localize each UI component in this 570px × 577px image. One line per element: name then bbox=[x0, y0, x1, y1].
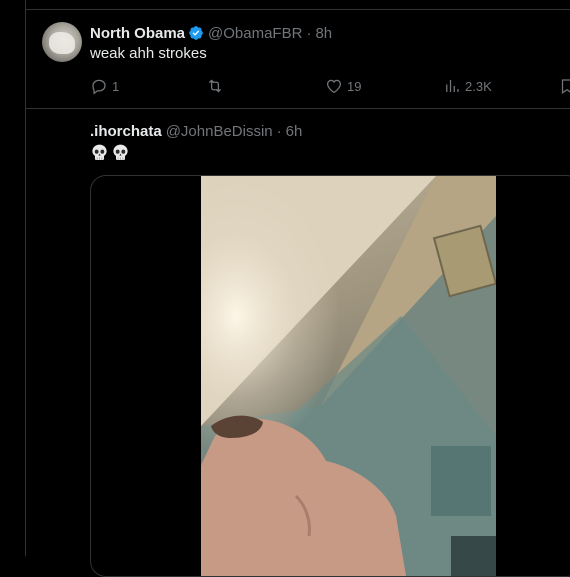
reply-button[interactable]: 1 bbox=[90, 76, 119, 96]
tweet-header: .ihorchata @JohnBeDissin · 6h bbox=[90, 121, 302, 141]
reply-icon bbox=[92, 79, 106, 95]
tweet-header: North Obama @ObamaFBR · 8h bbox=[90, 23, 332, 43]
video-frame-image bbox=[201, 176, 496, 576]
skull-emoji-icon bbox=[92, 144, 107, 160]
retweet-button[interactable] bbox=[206, 76, 224, 96]
heart-icon bbox=[326, 79, 342, 94]
skull-emoji-icon bbox=[113, 144, 128, 160]
user-handle[interactable]: @JohnBeDissin bbox=[166, 123, 273, 140]
views-button[interactable]: 2.3K bbox=[443, 76, 492, 96]
tweet-north-obama[interactable]: North Obama @ObamaFBR · 8h weak ahh stro… bbox=[26, 10, 570, 109]
bookmark-icon bbox=[561, 79, 570, 94]
bookmark-button[interactable] bbox=[558, 76, 570, 96]
video-thumbnail[interactable] bbox=[201, 176, 496, 576]
timestamp[interactable]: 6h bbox=[286, 123, 303, 140]
display-name[interactable]: .ihorchata bbox=[90, 123, 162, 140]
verified-badge-icon[interactable] bbox=[188, 25, 204, 41]
dot-separator: · bbox=[276, 122, 282, 140]
like-button[interactable]: 19 bbox=[325, 76, 361, 96]
dot-separator: · bbox=[306, 24, 312, 42]
analytics-icon bbox=[446, 80, 459, 92]
video-media-card[interactable] bbox=[90, 175, 570, 577]
tweet-text bbox=[90, 143, 130, 165]
tweet-actions: 1 19 2.3K bbox=[90, 76, 570, 96]
retweet-icon bbox=[208, 79, 222, 93]
view-count: 2.3K bbox=[465, 78, 492, 94]
timestamp[interactable]: 8h bbox=[315, 25, 332, 42]
tweet-text: weak ahh strokes bbox=[90, 45, 207, 62]
tweet-ihorchata[interactable]: .ihorchata @JohnBeDissin · 6h bbox=[26, 109, 570, 577]
display-name[interactable]: North Obama bbox=[90, 25, 185, 42]
reply-count: 1 bbox=[112, 78, 120, 94]
user-handle[interactable]: @ObamaFBR bbox=[208, 25, 302, 42]
avatar[interactable] bbox=[42, 22, 82, 62]
like-count: 19 bbox=[347, 78, 362, 94]
